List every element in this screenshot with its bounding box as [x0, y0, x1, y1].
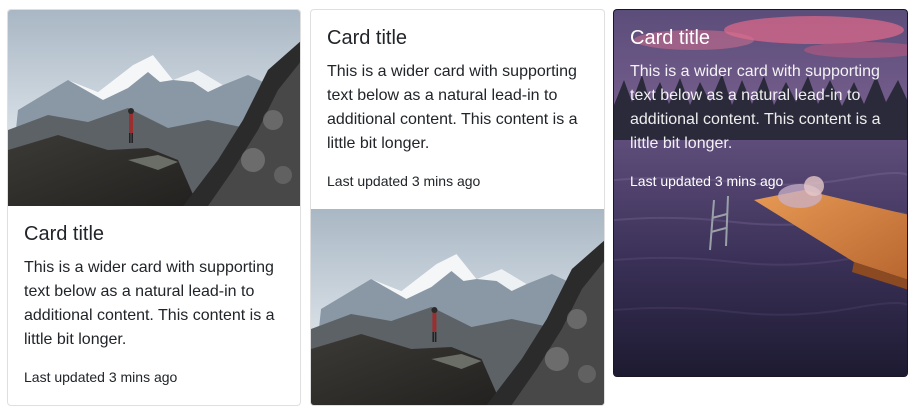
card-image-mountain — [8, 10, 300, 206]
card-updated-text: Last updated 3 mins ago — [24, 369, 178, 385]
card-title: Card title — [327, 27, 408, 49]
card-body: Card title This is a wider card with sup… — [8, 206, 300, 388]
card-text: This is a wider card with supporting tex… — [327, 63, 578, 152]
card-text: This is a wider card with supporting tex… — [630, 63, 881, 152]
card-title: Card title — [24, 223, 105, 245]
card-text: This is a wider card with supporting tex… — [24, 259, 275, 348]
card-image-overlay: Card title This is a wider card with sup… — [613, 9, 908, 377]
card-body: Card title This is a wider card with sup… — [311, 10, 604, 212]
card-img-overlay: Card title This is a wider card with sup… — [614, 10, 907, 222]
card-image-mountain — [311, 209, 604, 405]
card-updated-text: Last updated 3 mins ago — [327, 173, 481, 189]
card-image-top: Card title This is a wider card with sup… — [7, 9, 301, 406]
card-updated-text: Last updated 3 mins ago — [630, 173, 784, 189]
card-title: Card title — [630, 27, 711, 49]
card-image-bottom: Card title This is a wider card with sup… — [310, 9, 605, 406]
